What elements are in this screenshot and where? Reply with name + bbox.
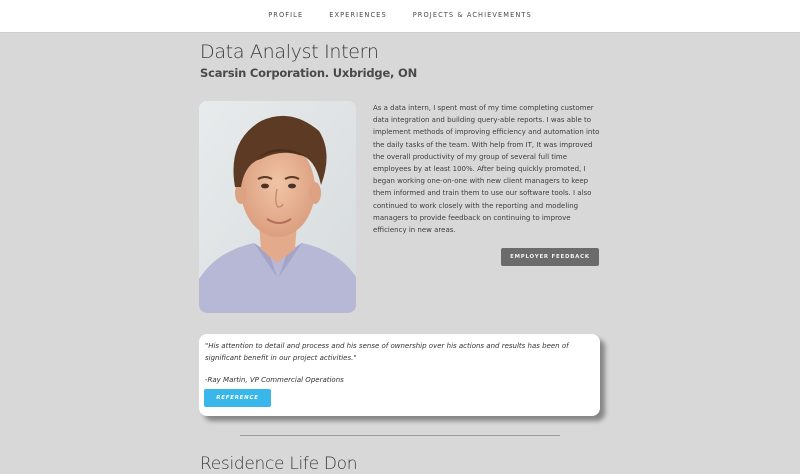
testimonial-card: "His attention to detail and process and… xyxy=(199,334,600,416)
nav-menu: PROFILE EXPERIENCES PROJECTS & ACHIEVEME… xyxy=(0,11,800,19)
experience-description: As a data intern, I spent most of my tim… xyxy=(373,104,600,235)
testimonial-quote: "His attention to detail and process and… xyxy=(205,342,569,362)
section-divider xyxy=(240,435,560,436)
nav-link-experiences[interactable]: EXPERIENCES xyxy=(329,11,387,19)
testimonial-author: -Ray Martin, VP Commercial Operations xyxy=(205,376,344,384)
company-location: Scarsin Corporation. Uxbridge, ON xyxy=(200,66,418,80)
next-section-title: Residence Life Don xyxy=(200,454,358,474)
nav-link-profile[interactable]: PROFILE xyxy=(268,11,303,19)
nav-link-projects-achievements[interactable]: PROJECTS & ACHIEVEMENTS xyxy=(413,11,532,19)
top-nav-bar: PROFILE EXPERIENCES PROJECTS & ACHIEVEME… xyxy=(0,0,800,33)
reference-button[interactable]: REFERENCE xyxy=(204,389,271,407)
profile-photo xyxy=(199,101,356,313)
employer-feedback-button[interactable]: EMPLOYER FEEDBACK xyxy=(501,248,599,266)
job-title: Data Analyst Intern xyxy=(200,41,379,63)
